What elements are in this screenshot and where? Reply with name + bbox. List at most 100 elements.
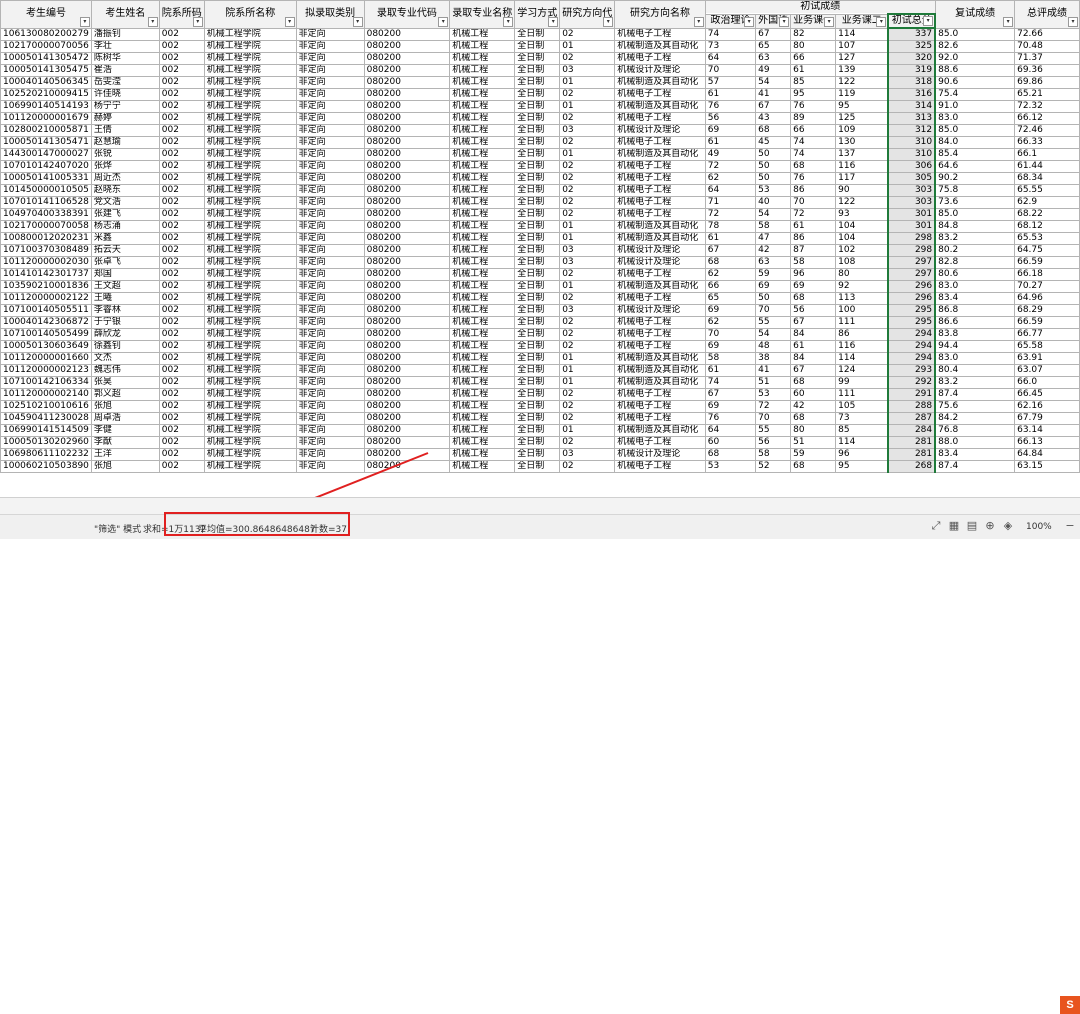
table-cell[interactable]: 全日制 bbox=[514, 436, 561, 449]
table-cell[interactable]: 002 bbox=[158, 76, 205, 89]
table-row[interactable]: 101120000002123 魏志伟 002 机械工程学院 非定向 080200 机械工程… bbox=[0, 364, 1080, 377]
table-cell[interactable]: 116 bbox=[835, 160, 889, 173]
table-cell[interactable]: 114 bbox=[835, 436, 889, 449]
table-cell[interactable]: 机械工程 bbox=[449, 76, 516, 89]
table-cell[interactable]: 魏志伟 bbox=[90, 364, 160, 377]
table-cell[interactable]: 080200 bbox=[363, 256, 451, 269]
table-cell[interactable]: 85.0 bbox=[934, 124, 1016, 137]
table-cell[interactable]: 03 bbox=[559, 124, 616, 137]
header-retest[interactable]: 复试成绩 ▾ bbox=[934, 0, 1016, 29]
table-cell[interactable]: 53 bbox=[755, 184, 792, 197]
table-cell[interactable]: 71.37 bbox=[1014, 52, 1080, 65]
table-cell[interactable]: 85 bbox=[835, 424, 889, 437]
table-cell[interactable]: 90.6 bbox=[934, 76, 1016, 89]
table-cell[interactable]: 全日制 bbox=[514, 100, 561, 113]
table-cell[interactable]: 80.6 bbox=[934, 268, 1016, 281]
table-cell[interactable]: 56 bbox=[755, 436, 792, 449]
table-cell[interactable]: 94.4 bbox=[934, 340, 1016, 353]
table-cell[interactable]: 55 bbox=[755, 424, 792, 437]
table-cell[interactable]: 119 bbox=[835, 88, 889, 101]
table-cell[interactable]: 张旭 bbox=[90, 400, 160, 413]
table-cell[interactable]: 机械电子工程 bbox=[614, 316, 706, 329]
table-cell[interactable]: 全日制 bbox=[514, 364, 561, 377]
table-cell[interactable]: 机械工程 bbox=[449, 256, 516, 269]
table-cell[interactable]: 全日制 bbox=[514, 244, 561, 257]
table-cell[interactable]: 70.48 bbox=[1014, 40, 1080, 53]
table-cell[interactable]: 293 bbox=[887, 364, 937, 377]
table-cell[interactable]: 67 bbox=[755, 100, 792, 113]
table-cell[interactable]: 非定向 bbox=[295, 112, 365, 125]
table-cell[interactable]: 080200 bbox=[363, 40, 451, 53]
table-cell[interactable]: 03 bbox=[559, 448, 616, 461]
table-cell[interactable]: 125 bbox=[835, 112, 889, 125]
table-cell[interactable]: 机械工程学院 bbox=[203, 244, 297, 257]
table-cell[interactable]: 64 bbox=[704, 184, 757, 197]
table-cell[interactable]: 080200 bbox=[363, 436, 451, 449]
table-cell[interactable]: 268 bbox=[887, 460, 937, 473]
table-cell[interactable]: 机械工程 bbox=[449, 184, 516, 197]
table-cell[interactable]: 080200 bbox=[363, 160, 451, 173]
table-cell[interactable]: 62 bbox=[704, 268, 757, 281]
header-course2[interactable]: 业务课二 ▾ bbox=[835, 13, 889, 29]
table-cell[interactable]: 294 bbox=[887, 340, 937, 353]
table-cell[interactable]: 薛欣龙 bbox=[90, 328, 160, 341]
table-cell[interactable]: 01 bbox=[559, 76, 616, 89]
table-cell[interactable]: 03 bbox=[559, 304, 616, 317]
table-cell[interactable]: 机械制造及其自动化 bbox=[614, 364, 706, 377]
header-overall[interactable]: 总评成绩 ▾ bbox=[1014, 0, 1080, 29]
filter-dropdown-icon[interactable]: ▾ bbox=[1068, 16, 1078, 27]
table-cell[interactable]: 机械制造及其自动化 bbox=[614, 40, 706, 53]
table-cell[interactable]: 69 bbox=[704, 400, 757, 413]
table-cell[interactable]: 机械工程学院 bbox=[203, 76, 297, 89]
filter-dropdown-icon[interactable]: ▾ bbox=[1003, 16, 1014, 27]
table-cell[interactable]: 61 bbox=[790, 64, 837, 77]
table-cell[interactable]: 54 bbox=[755, 76, 792, 89]
table-cell[interactable]: 02 bbox=[559, 268, 616, 281]
table-cell[interactable]: 116 bbox=[835, 340, 889, 353]
table-row[interactable]: 100040140506345 岳雯滢 002 机械工程学院 非定向 080200 机械工程… bbox=[0, 76, 1080, 89]
table-cell[interactable]: 67 bbox=[790, 364, 837, 377]
table-cell[interactable]: 002 bbox=[158, 304, 205, 317]
table-cell[interactable]: 机械工程学院 bbox=[203, 208, 297, 221]
table-cell[interactable]: 61 bbox=[704, 88, 757, 101]
table-cell[interactable]: 机械工程 bbox=[449, 460, 516, 473]
table-cell[interactable]: 68.29 bbox=[1014, 304, 1080, 317]
table-cell[interactable]: 01 bbox=[559, 220, 616, 233]
table-cell[interactable]: 于宁银 bbox=[90, 316, 160, 329]
table-cell[interactable]: 69 bbox=[704, 340, 757, 353]
table-cell[interactable]: 59 bbox=[790, 448, 837, 461]
table-cell[interactable]: 80 bbox=[790, 424, 837, 437]
table-cell[interactable]: 288 bbox=[887, 400, 937, 413]
table-cell[interactable]: 机械工程 bbox=[449, 436, 516, 449]
table-cell[interactable]: 机械工程 bbox=[449, 328, 516, 341]
table-cell[interactable]: 非定向 bbox=[295, 184, 365, 197]
table-cell[interactable]: 080200 bbox=[363, 364, 451, 377]
table-cell[interactable]: 机械工程学院 bbox=[203, 256, 297, 269]
table-cell[interactable]: 机械工程学院 bbox=[203, 268, 297, 281]
table-cell[interactable]: 60 bbox=[704, 436, 757, 449]
table-cell[interactable]: 全日制 bbox=[514, 448, 561, 461]
table-cell[interactable]: 68.34 bbox=[1014, 172, 1080, 185]
table-cell[interactable]: 101120000002123 bbox=[0, 364, 92, 377]
table-cell[interactable]: 机械制造及其自动化 bbox=[614, 280, 706, 293]
table-cell[interactable]: 305 bbox=[887, 172, 937, 185]
table-cell[interactable]: 107100142106334 bbox=[0, 376, 92, 389]
table-cell[interactable]: 非定向 bbox=[295, 304, 365, 317]
table-cell[interactable]: 325 bbox=[887, 40, 937, 53]
table-cell[interactable]: 101450000010505 bbox=[0, 184, 92, 197]
table-cell[interactable]: 66.0 bbox=[1014, 376, 1080, 389]
table-cell[interactable]: 72.66 bbox=[1014, 27, 1080, 41]
filter-dropdown-icon[interactable]: ▾ bbox=[548, 16, 559, 27]
table-cell[interactable]: 107100370308489 bbox=[0, 244, 92, 257]
table-cell[interactable]: 68.12 bbox=[1014, 220, 1080, 233]
table-cell[interactable]: 93 bbox=[835, 208, 889, 221]
table-cell[interactable]: 62 bbox=[704, 172, 757, 185]
table-cell[interactable]: 95 bbox=[790, 88, 837, 101]
table-cell[interactable]: 080200 bbox=[363, 316, 451, 329]
table-cell[interactable]: 002 bbox=[158, 424, 205, 437]
table-cell[interactable]: 002 bbox=[158, 292, 205, 305]
table-cell[interactable]: 080200 bbox=[363, 292, 451, 305]
table-cell[interactable]: 080200 bbox=[363, 460, 451, 473]
header-course1[interactable]: 业务课一 ▾ bbox=[790, 13, 837, 29]
table-cell[interactable]: 59 bbox=[755, 268, 792, 281]
